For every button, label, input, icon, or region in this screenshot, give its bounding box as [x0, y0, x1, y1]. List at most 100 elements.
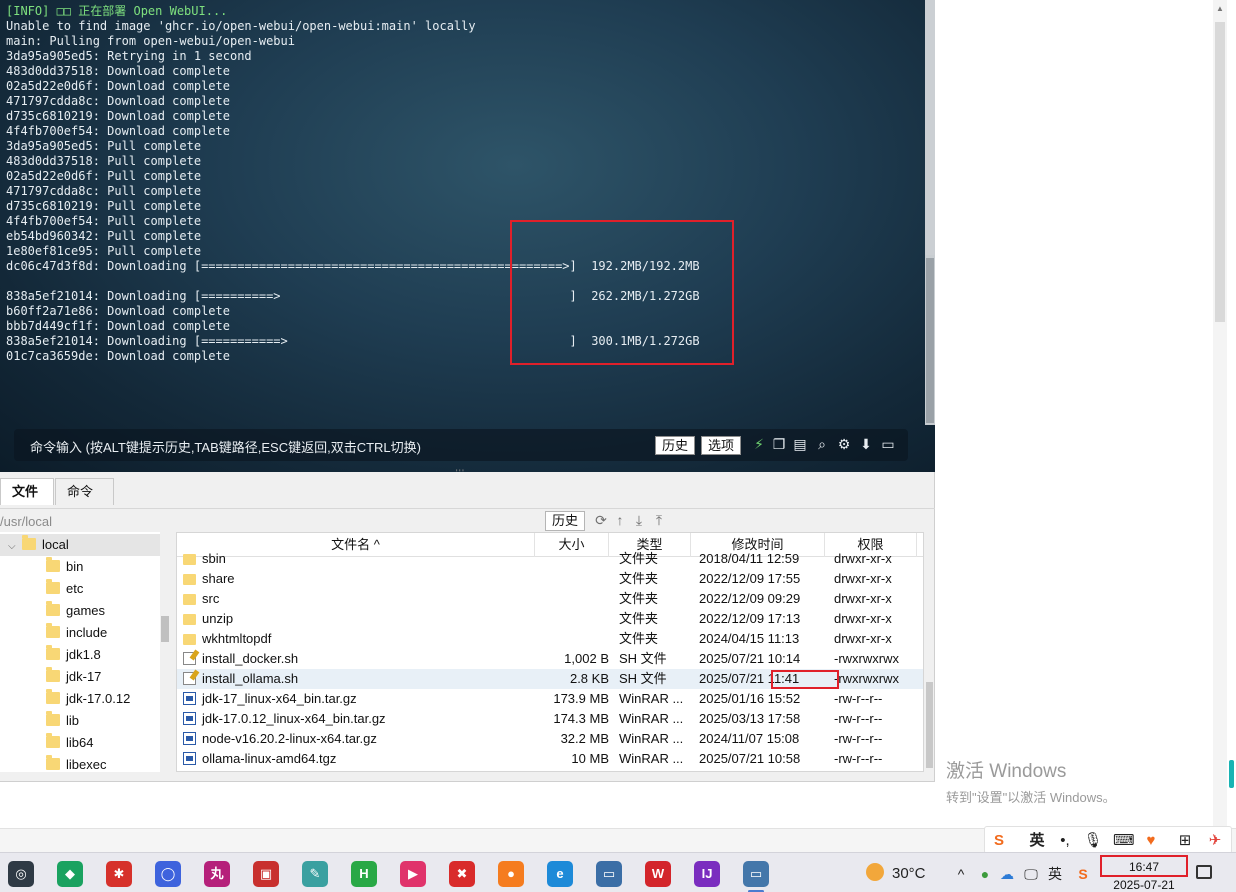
terminal-panel[interactable]: [INFO] □□ 正在部署 Open WebUI... Unable to fi…	[0, 0, 935, 479]
tree-item[interactable]: jdk1.8	[0, 644, 160, 666]
tree-item[interactable]: include	[0, 622, 160, 644]
app-5-icon[interactable]: 丸	[204, 861, 230, 887]
tree-item-label: bin	[66, 559, 84, 574]
file-modified: 2024/11/07 15:08	[699, 731, 800, 746]
app-11-icon[interactable]: ●	[498, 861, 524, 887]
sogou-icon[interactable]: S	[989, 831, 1009, 851]
app-2-icon[interactable]: ◆	[57, 861, 83, 887]
app-14-icon[interactable]: W	[645, 861, 671, 887]
file-name: ollama-linux-amd64.tgz	[183, 749, 533, 769]
bolt-icon[interactable]: ⚡	[751, 436, 767, 452]
table-row[interactable]: wkhtmltopdf 文件夹 2024/04/15 11:13 drwxr-xr-x	[177, 629, 923, 649]
terminal-scroll-thumb[interactable]	[926, 258, 934, 423]
microphone-icon[interactable]: 🎙	[1083, 831, 1103, 851]
chevron-down-icon[interactable]: ⌵	[8, 536, 22, 558]
tray-app-icon[interactable]: ●	[976, 865, 994, 883]
download-arrow-icon[interactable]: ⬇	[858, 436, 874, 452]
options-button[interactable]: 选项	[701, 436, 742, 455]
file-list-scrollbar[interactable]	[925, 532, 934, 772]
network-icon[interactable]: 🖵	[1022, 865, 1040, 883]
table-row[interactable]: share 文件夹 2022/12/09 17:55 drwxr-xr-x	[177, 569, 923, 589]
table-row[interactable]: ollama-linux-amd64.tgz 10 MB WinRAR ... 202…	[177, 749, 923, 769]
tab-commands[interactable]: 命令	[55, 478, 114, 505]
tab-files[interactable]: 文件	[0, 478, 54, 505]
tree-item-label: etc	[66, 581, 84, 596]
gear-icon[interactable]: ⚙	[836, 436, 852, 452]
table-row[interactable]: unzip 文件夹 2022/12/09 17:13 drwxr-xr-x	[177, 609, 923, 629]
tray-lang[interactable]: 英	[1046, 865, 1064, 883]
table-row[interactable]: install_docker.sh 1,002 B SH 文件 2025/07/21 …	[177, 649, 923, 669]
skin-icon[interactable]: ♥	[1141, 831, 1161, 851]
toolbox-icon[interactable]: ✈	[1205, 831, 1225, 851]
tree-scrollbar[interactable]	[160, 532, 170, 772]
path-input[interactable]: /usr/local	[0, 514, 52, 529]
watermark-subtitle: 转到"设置"以激活 Windows。	[946, 790, 1116, 805]
command-hint[interactable]: 命令输入 (按ALT键提示历史,TAB键路径,ESC键返回,双击CTRL切换)	[30, 437, 421, 456]
copy-icon[interactable]: ❐	[771, 436, 787, 452]
file-name: src	[183, 589, 533, 609]
tray-overflow-icon[interactable]: ^	[952, 865, 970, 883]
page-scrollbar[interactable]: ▲	[1213, 0, 1227, 830]
app-1-icon[interactable]: ◎	[8, 861, 34, 887]
folder-icon	[46, 755, 60, 770]
app-8-icon[interactable]: H	[351, 861, 377, 887]
notification-icon[interactable]	[1196, 865, 1212, 879]
table-row[interactable]: src 文件夹 2022/12/09 09:29 drwxr-xr-x	[177, 589, 923, 609]
folder-icon	[46, 579, 60, 594]
apps-grid-icon[interactable]: ⊞	[1175, 831, 1195, 851]
terminal-scrollbar[interactable]	[925, 0, 935, 425]
keyboard-icon[interactable]: ⌨	[1113, 831, 1135, 851]
refresh-icon[interactable]: ⟳	[593, 512, 609, 528]
maximize-icon[interactable]: ▭	[880, 436, 896, 452]
command-input-bar[interactable]: 命令输入 (按ALT键提示历史,TAB键路径,ESC键返回,双击CTRL切换) …	[14, 429, 908, 461]
up-arrow-icon[interactable]: ↑	[612, 512, 628, 528]
app-4-icon[interactable]: ◯	[155, 861, 181, 887]
archive-file-icon	[183, 712, 196, 725]
tree-item[interactable]: jdk-17.0.12	[0, 688, 160, 710]
weather-widget[interactable]: 30°C	[866, 863, 926, 882]
table-row[interactable]: sbin 文件夹 2018/04/11 12:59 drwxr-xr-x	[177, 549, 923, 569]
folder-icon	[46, 733, 60, 748]
ime-lang-toggle[interactable]: 英	[1027, 831, 1047, 851]
tree-item[interactable]: etc	[0, 578, 160, 600]
table-row[interactable]: jdk-17.0.12_linux-x64_bin.tar.gz 174.3 MB…	[177, 709, 923, 729]
tree-item[interactable]: bin	[0, 556, 160, 578]
download-icon[interactable]: ⤓	[631, 512, 647, 528]
table-row[interactable]: jdk-17_linux-x64_bin.tar.gz 173.9 MB WinRA…	[177, 689, 923, 709]
app-9-icon[interactable]: ▶	[400, 861, 426, 887]
desktop: [INFO] □□ 正在部署 Open WebUI... Unable to fi…	[0, 0, 1236, 892]
scroll-up-icon[interactable]: ▲	[1216, 4, 1224, 13]
tray-sogou-icon[interactable]: S	[1074, 865, 1092, 883]
file-list: 文件名 ^ 大小 类型 修改时间 权限 sbin 文件夹 2018/04/11 12…	[176, 532, 924, 772]
path-history-button[interactable]: 历史	[545, 511, 586, 531]
app-7-icon[interactable]: ✎	[302, 861, 328, 887]
paste-icon[interactable]: ▤	[792, 436, 808, 452]
tree-item[interactable]: games	[0, 600, 160, 622]
app-12-icon[interactable]: e	[547, 861, 573, 887]
app-16-icon[interactable]: ▭	[743, 861, 769, 892]
file-size: 10 MB	[571, 751, 609, 766]
tree-item[interactable]: ⌵ local	[0, 534, 160, 556]
tree-item[interactable]: lib64	[0, 732, 160, 754]
page-scroll-thumb[interactable]	[1215, 22, 1225, 322]
app-15-icon[interactable]: IJ	[694, 861, 720, 887]
tree-item[interactable]: jdk-17	[0, 666, 160, 688]
clock[interactable]: 16:47 2025-07-21	[1100, 855, 1188, 892]
punctuation-icon[interactable]: •,	[1055, 831, 1075, 851]
app-6-icon[interactable]: ▣	[253, 861, 279, 887]
file-type: 文件夹	[619, 611, 659, 626]
app-13-icon[interactable]: ▭	[596, 861, 622, 887]
tray-cloud-icon[interactable]: ☁	[998, 865, 1016, 883]
tree-item[interactable]: libexec	[0, 754, 160, 772]
watermark-title: 激活 Windows	[946, 761, 1067, 782]
side-tab[interactable]	[1229, 760, 1234, 788]
file-name-label: share	[202, 571, 235, 586]
tree-item[interactable]: lib	[0, 710, 160, 732]
history-button[interactable]: 历史	[655, 436, 696, 455]
app-3-icon[interactable]: ✱	[106, 861, 132, 887]
search-icon[interactable]: ⌕	[814, 436, 830, 452]
table-row[interactable]: node-v16.20.2-linux-x64.tar.gz 32.2 MB Win…	[177, 729, 923, 749]
file-type: SH 文件	[619, 651, 667, 666]
upload-icon[interactable]: ⤒	[651, 512, 667, 528]
app-10-icon[interactable]: ✖	[449, 861, 475, 887]
